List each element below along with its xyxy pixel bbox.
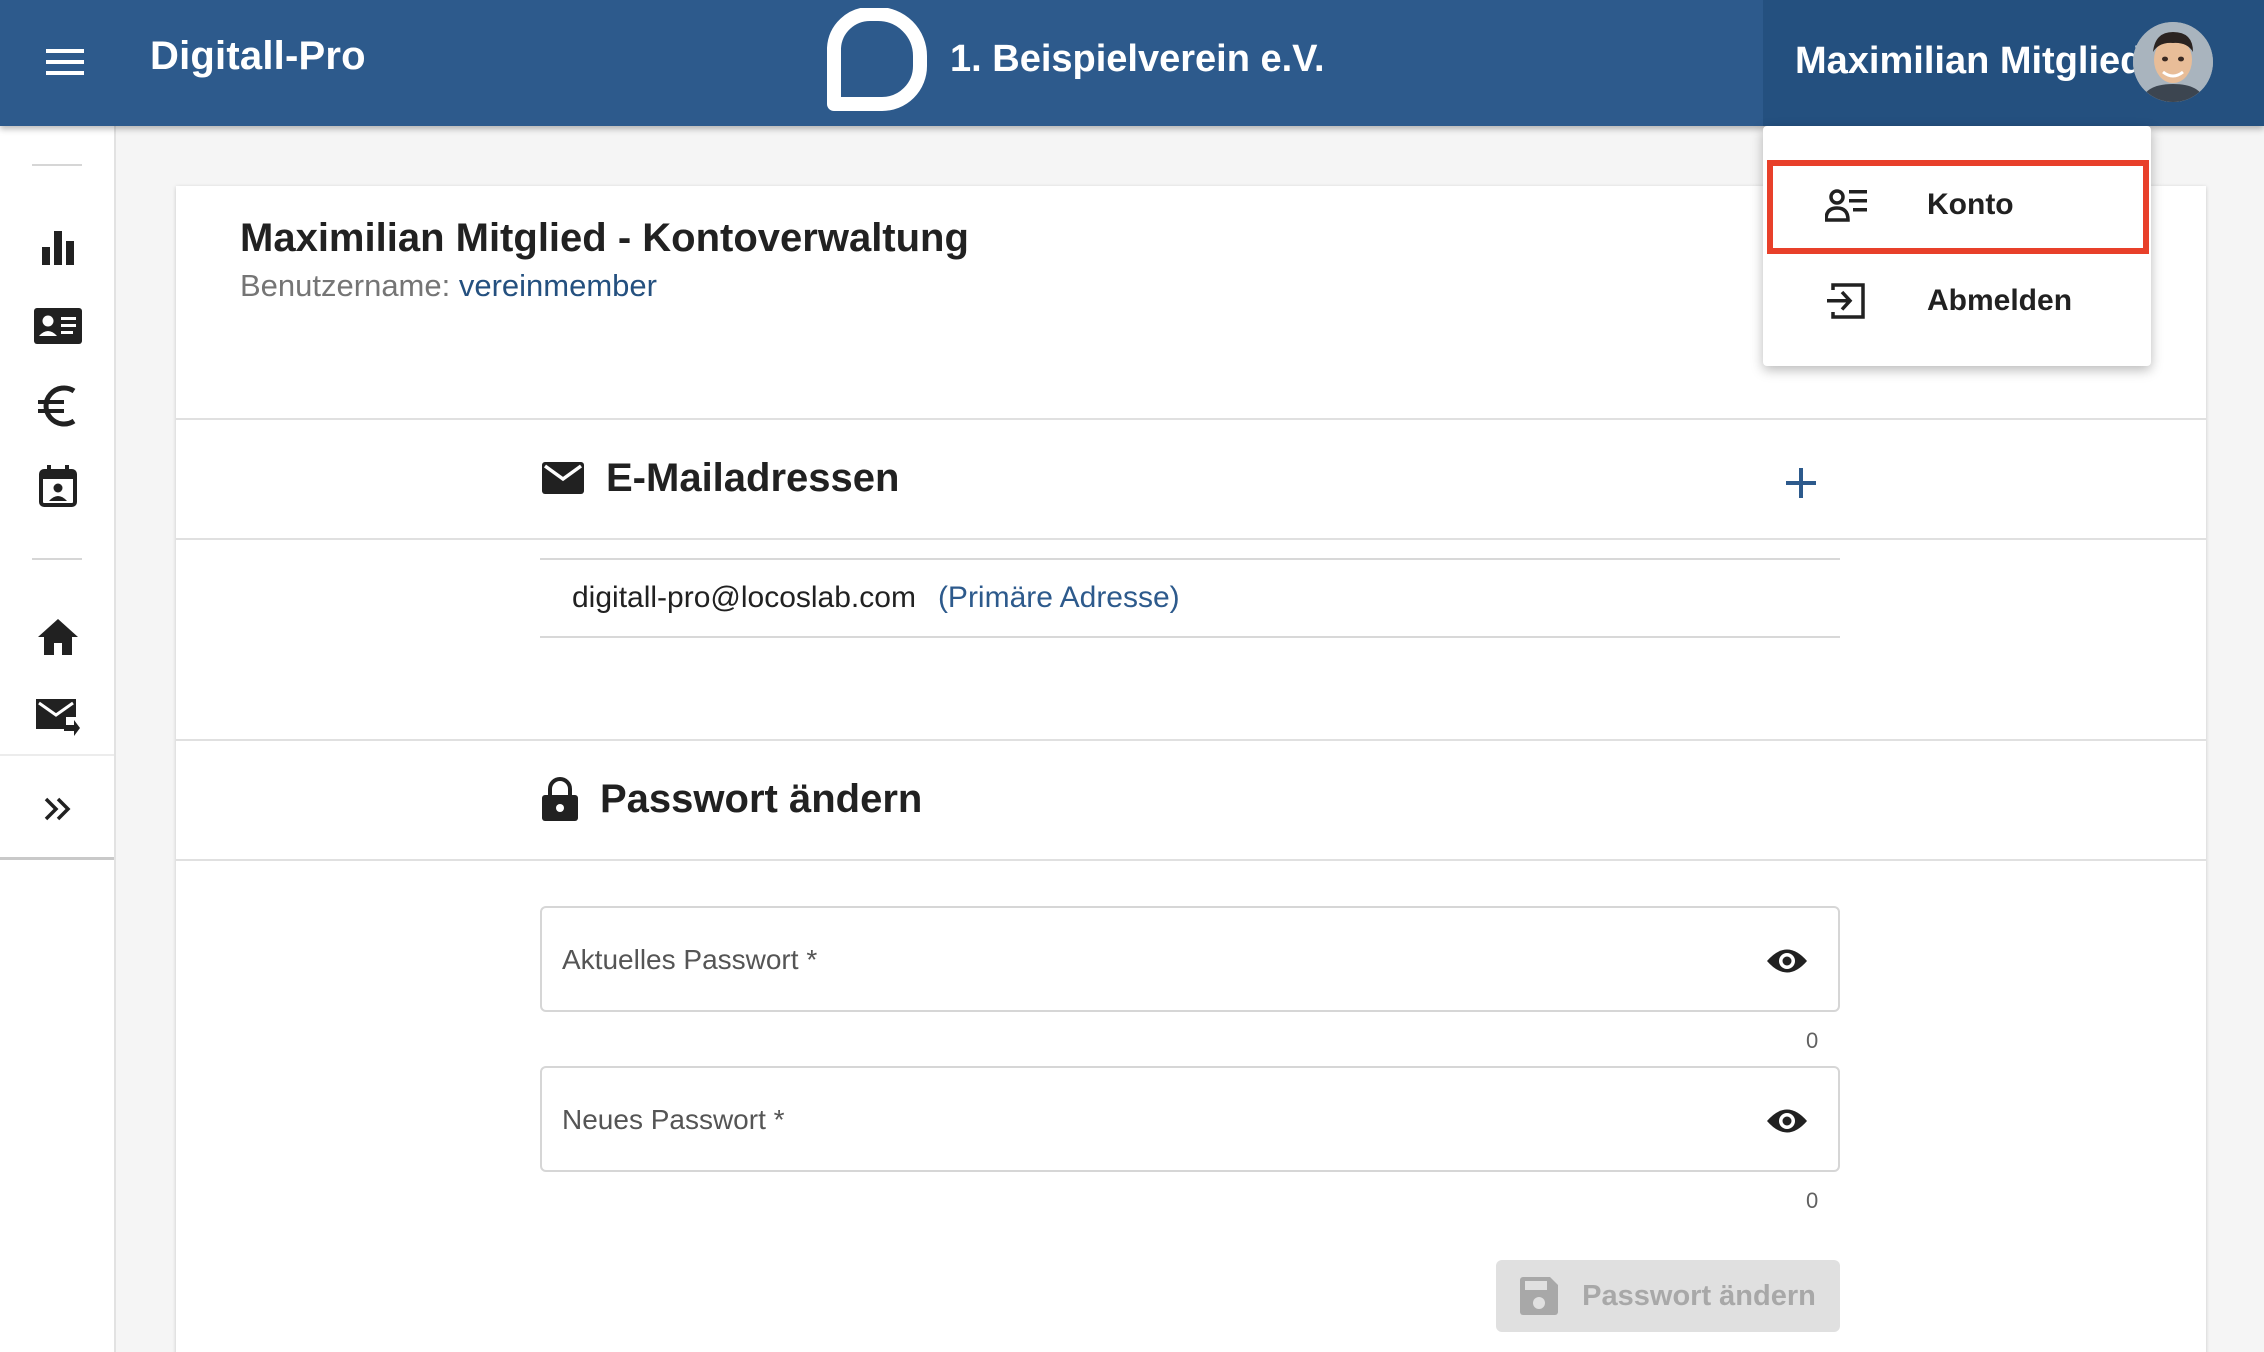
mail-icon <box>542 462 584 494</box>
account-list-icon <box>1825 189 1867 222</box>
app-bar: Digitall-Pro 1. Beispielverein e.V. Maxi… <box>0 0 2264 126</box>
email-list-item[interactable]: digitall-pro@locoslab.com (Primäre Adres… <box>540 558 1840 638</box>
add-email-button[interactable] <box>1774 456 1828 510</box>
rail-item-members[interactable] <box>28 296 88 356</box>
new-password-input[interactable]: Neues Passwort * <box>540 1066 1840 1172</box>
logout-icon <box>1827 283 1865 319</box>
change-password-button[interactable]: Passwort ändern <box>1496 1260 1840 1332</box>
user-name: Maximilian Mitglied <box>1795 40 2144 82</box>
menu-item-abmelden[interactable]: Abmelden <box>1763 256 2151 346</box>
club-logo-icon <box>827 8 927 111</box>
new-password-counter: 0 <box>1806 1188 1819 1213</box>
change-password-label: Passwort ändern <box>1582 1279 1816 1312</box>
username-line: Benutzername: vereinmember <box>240 268 657 304</box>
email-address: digitall-pro@locoslab.com <box>572 581 916 614</box>
menu-item-konto-label: Konto <box>1927 188 2014 221</box>
password-section-title: Passwort ändern <box>600 776 923 821</box>
rail-divider <box>32 164 82 166</box>
rail-bottom-border <box>0 857 114 860</box>
user-dropdown-menu: Konto Abmelden <box>1763 126 2151 366</box>
current-password-counter: 0 <box>1806 1028 1819 1053</box>
email-section-header: E-Mailadressen <box>542 453 899 503</box>
current-password-label: Aktuelles Passwort * <box>562 944 818 975</box>
rail-item-finances[interactable] <box>28 376 88 436</box>
menu-item-konto[interactable]: Konto <box>1763 160 2151 250</box>
new-password-label: Neues Passwort * <box>562 1104 785 1135</box>
euro-icon <box>38 385 76 427</box>
section-divider <box>176 418 2206 420</box>
rail-item-events[interactable] <box>28 456 88 516</box>
club-name: 1. Beispielverein e.V. <box>950 38 1325 80</box>
user-photo-icon <box>2133 22 2213 102</box>
visibility-toggle-icon[interactable] <box>1766 944 1808 978</box>
visibility-toggle-icon[interactable] <box>1766 1104 1808 1138</box>
rail-item-statistics[interactable] <box>28 218 88 278</box>
chart-icon <box>42 231 74 265</box>
home-icon <box>38 619 78 655</box>
expand-icon <box>44 797 71 821</box>
rail-item-messages[interactable] <box>28 687 88 747</box>
email-section-title: E-Mailadressen <box>606 455 900 500</box>
mail-forward-icon <box>36 699 80 736</box>
menu-icon <box>46 49 84 75</box>
primary-address-tag: (Primäre Adresse) <box>937 581 1180 614</box>
section-divider <box>176 859 2206 861</box>
calendar-person-icon <box>39 465 77 507</box>
lock-icon <box>542 777 578 821</box>
user-menu-trigger[interactable]: Maximilian Mitglied <box>1763 0 2264 126</box>
member-card-icon <box>34 308 82 344</box>
rail-expand-button[interactable] <box>28 779 88 839</box>
page-title: Maximilian Mitglied - Kontoverwaltung <box>240 216 969 260</box>
section-divider <box>176 739 2206 741</box>
section-divider <box>176 538 2206 540</box>
password-section-header: Passwort ändern <box>542 774 922 824</box>
rail-divider <box>32 558 82 560</box>
username-label: Benutzername: <box>240 268 451 303</box>
current-password-input[interactable]: Aktuelles Passwort * <box>540 906 1840 1012</box>
navigation-rail <box>0 126 116 1352</box>
plus-icon <box>1786 468 1816 498</box>
menu-item-abmelden-label: Abmelden <box>1927 284 2073 317</box>
app-title[interactable]: Digitall-Pro <box>150 34 366 79</box>
rail-item-home[interactable] <box>28 607 88 667</box>
save-icon <box>1520 1277 1559 1315</box>
hamburger-menu-button[interactable] <box>36 36 94 88</box>
username-value: vereinmember <box>458 268 657 303</box>
avatar[interactable] <box>2133 22 2213 102</box>
rail-divider <box>0 754 114 756</box>
